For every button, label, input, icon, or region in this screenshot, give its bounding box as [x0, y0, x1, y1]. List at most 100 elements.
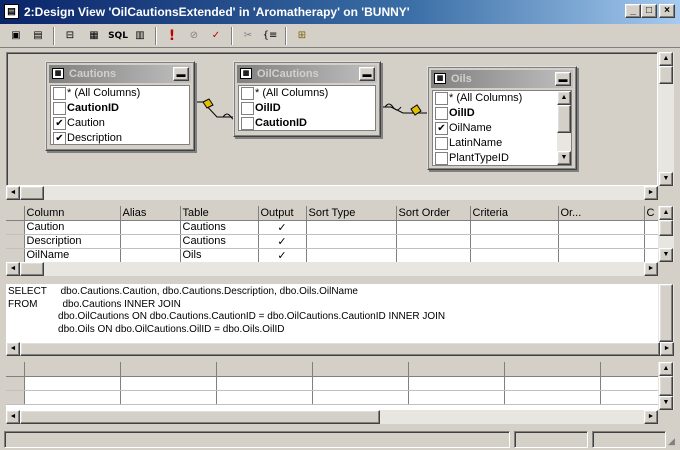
- table-row[interactable]: [6, 376, 658, 391]
- grid-pane-icon[interactable]: ▦: [84, 27, 104, 45]
- row-selector[interactable]: [6, 248, 25, 262]
- minimize-table-button[interactable]: ▬: [555, 72, 571, 86]
- cell-sort-type[interactable]: [306, 234, 397, 249]
- table-row[interactable]: Caution Cautions ✓: [6, 220, 658, 235]
- scroll-thumb[interactable]: [20, 186, 44, 200]
- cell-criteria[interactable]: [470, 248, 559, 262]
- table-header[interactable]: ▦ Oils ▬: [431, 70, 573, 88]
- scroll-thumb[interactable]: [659, 376, 673, 396]
- checkbox-checked[interactable]: ✔: [53, 117, 66, 130]
- scroll-up-button[interactable]: ▲: [659, 362, 673, 376]
- col-header-criteria[interactable]: Criteria: [470, 206, 559, 221]
- checkbox-checked[interactable]: ✔: [435, 122, 448, 135]
- properties-icon[interactable]: ▤: [28, 27, 48, 45]
- scroll-thumb[interactable]: [659, 66, 673, 84]
- checkbox[interactable]: [53, 102, 66, 115]
- minimize-button[interactable]: _: [625, 4, 641, 18]
- table-oilcautions[interactable]: ▦ OilCautions ▬ * (All Columns) OilID Ca…: [233, 61, 381, 137]
- checkbox[interactable]: [241, 87, 254, 100]
- col-header-or[interactable]: Or...: [558, 206, 645, 221]
- row-selector[interactable]: [6, 390, 25, 405]
- field-caution[interactable]: ✔ Caution: [51, 116, 189, 131]
- scroll-thumb[interactable]: [20, 342, 660, 356]
- diagram-pane[interactable]: ▦ Cautions ▬ * (All Columns) CautionID ✔…: [6, 52, 658, 186]
- col-header-sort-type[interactable]: Sort Type: [306, 206, 397, 221]
- field-latinname[interactable]: LatinName: [433, 136, 571, 151]
- diagram-pane-icon[interactable]: ⊟: [60, 27, 80, 45]
- field-list-scrollbar[interactable]: ▲ ▼: [557, 91, 571, 165]
- scroll-down-button[interactable]: ▼: [659, 396, 673, 410]
- result-cell[interactable]: [120, 390, 217, 405]
- close-button[interactable]: ×: [659, 4, 675, 18]
- scroll-right-button[interactable]: ►: [644, 262, 658, 276]
- cell-c[interactable]: [644, 234, 658, 249]
- col-header-column[interactable]: Column: [24, 206, 121, 221]
- scroll-thumb[interactable]: [557, 105, 571, 133]
- scroll-right-button[interactable]: ►: [644, 186, 658, 200]
- scroll-thumb[interactable]: [20, 262, 44, 276]
- scroll-up-button[interactable]: ▲: [659, 206, 673, 220]
- cell-output[interactable]: ✓: [258, 234, 307, 249]
- checkbox[interactable]: [435, 137, 448, 150]
- field-oilid[interactable]: OilID: [239, 101, 375, 116]
- table-header[interactable]: ▦ Cautions ▬: [49, 65, 191, 83]
- cell-c[interactable]: [644, 220, 658, 235]
- results-pane[interactable]: [6, 362, 658, 410]
- cell-column[interactable]: Description: [24, 234, 121, 249]
- cell-c[interactable]: [644, 248, 658, 262]
- result-cell[interactable]: [120, 376, 217, 391]
- result-cell[interactable]: [216, 376, 313, 391]
- result-cell[interactable]: [408, 390, 505, 405]
- result-cell[interactable]: [312, 376, 409, 391]
- cell-column[interactable]: OilName: [24, 248, 121, 262]
- scroll-thumb[interactable]: [20, 410, 380, 424]
- remove-filter-icon[interactable]: ✂: [238, 27, 258, 45]
- results-vertical-scrollbar[interactable]: ▲ ▼: [658, 362, 674, 410]
- cancel-query-icon[interactable]: ⊘: [184, 27, 204, 45]
- field-oilname[interactable]: ✔ OilName: [433, 121, 571, 136]
- scroll-down-button[interactable]: ▼: [557, 151, 571, 165]
- result-cell[interactable]: [24, 390, 121, 405]
- diagram-vertical-scrollbar[interactable]: ▲ ▼: [658, 52, 674, 186]
- field-oilid[interactable]: OilID: [433, 106, 571, 121]
- cell-or[interactable]: [558, 234, 645, 249]
- field-description[interactable]: ✔ Description: [51, 131, 189, 144]
- results-pane-icon[interactable]: ▥: [130, 27, 150, 45]
- scroll-right-button[interactable]: ►: [660, 342, 674, 356]
- grid-horizontal-scrollbar[interactable]: ◄ ►: [6, 262, 658, 276]
- checkbox-checked[interactable]: ✔: [53, 132, 66, 144]
- maximize-button[interactable]: □: [641, 4, 657, 18]
- save-icon[interactable]: ▣: [6, 27, 26, 45]
- result-cell[interactable]: [504, 376, 601, 391]
- field-all-columns[interactable]: * (All Columns): [433, 91, 571, 106]
- result-cell[interactable]: [312, 390, 409, 405]
- grid-vertical-scrollbar[interactable]: ▲ ▼: [658, 206, 674, 262]
- field-cautionid[interactable]: CautionID: [239, 116, 375, 130]
- col-header-output[interactable]: Output: [258, 206, 307, 221]
- col-header-table[interactable]: Table: [180, 206, 259, 221]
- table-row[interactable]: Description Cautions ✓: [6, 234, 658, 249]
- verify-sql-icon[interactable]: ✓: [206, 27, 226, 45]
- cell-or[interactable]: [558, 220, 645, 235]
- sql-pane-icon[interactable]: SQL: [108, 27, 128, 45]
- scroll-thumb[interactable]: [659, 220, 673, 236]
- cell-alias[interactable]: [120, 234, 181, 249]
- table-row[interactable]: [6, 390, 658, 405]
- cell-table[interactable]: Cautions: [180, 220, 259, 235]
- row-selector[interactable]: [6, 220, 25, 235]
- cell-output[interactable]: ✓: [258, 220, 307, 235]
- checkbox[interactable]: [241, 102, 254, 115]
- cell-sort-type[interactable]: [306, 220, 397, 235]
- resize-grip-icon[interactable]: ◢: [668, 436, 675, 447]
- cell-sort-order[interactable]: [396, 234, 471, 249]
- col-header-c[interactable]: C: [644, 206, 658, 221]
- scroll-right-button[interactable]: ►: [644, 410, 658, 424]
- cell-sort-order[interactable]: [396, 248, 471, 262]
- table-header[interactable]: ▦ OilCautions ▬: [237, 65, 377, 83]
- col-header-alias[interactable]: Alias: [120, 206, 181, 221]
- cell-table[interactable]: Oils: [180, 248, 259, 262]
- result-cell[interactable]: [24, 376, 121, 391]
- row-selector[interactable]: [6, 376, 25, 391]
- row-selector[interactable]: [6, 234, 25, 249]
- result-cell[interactable]: [504, 390, 601, 405]
